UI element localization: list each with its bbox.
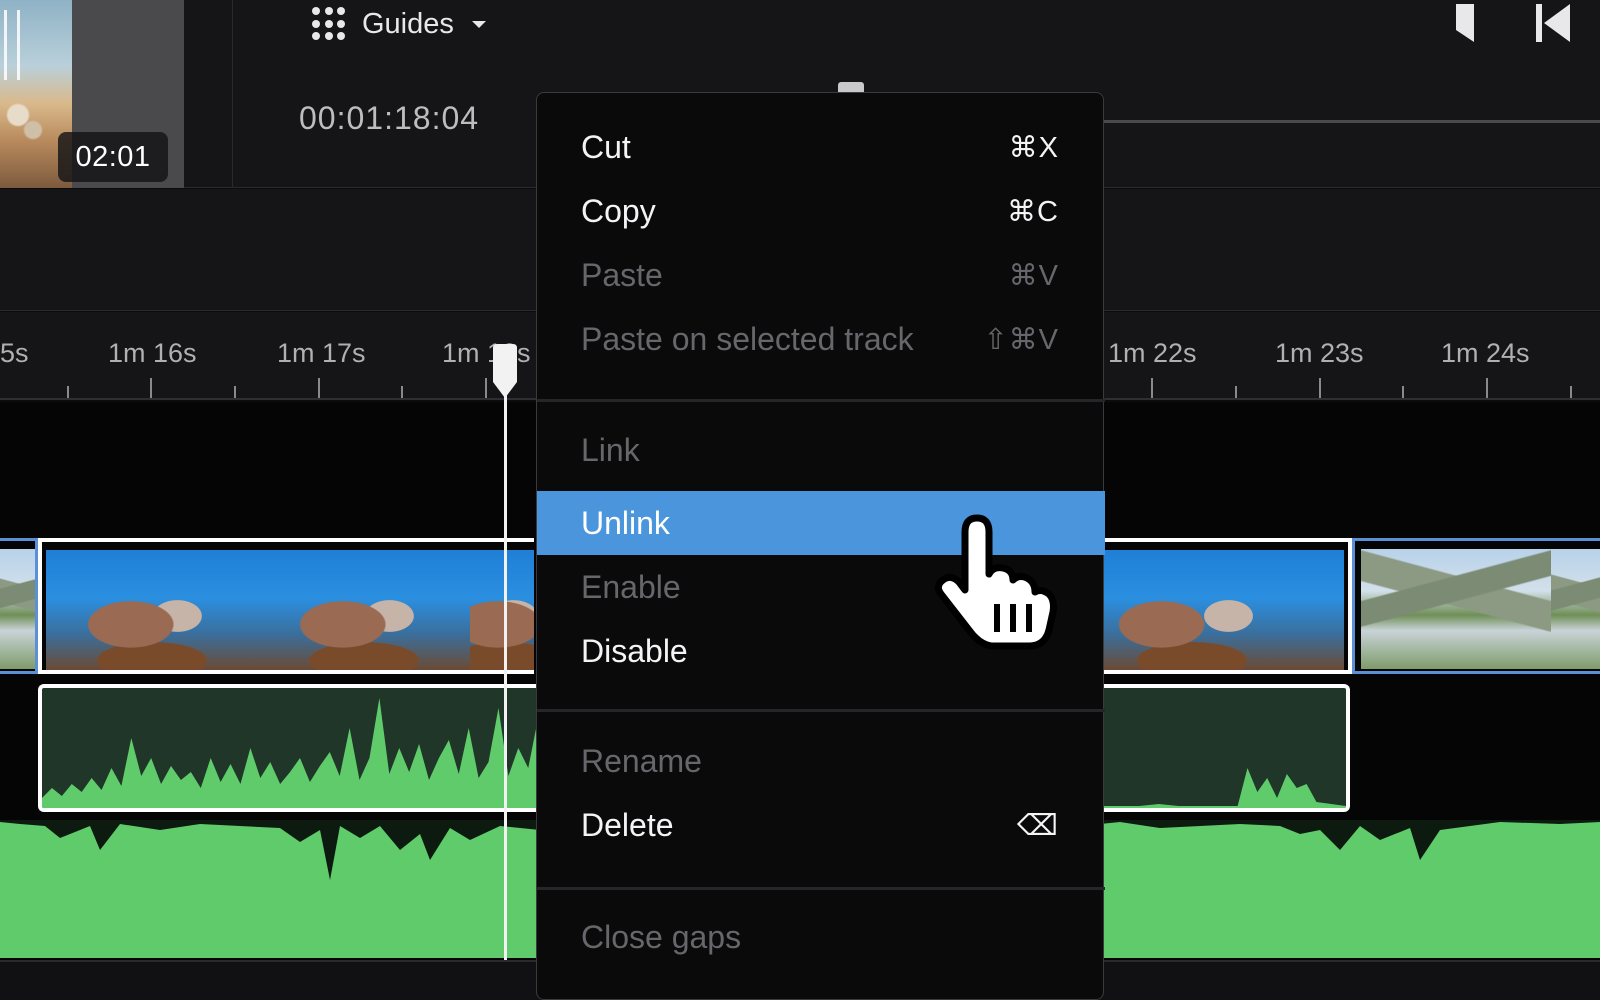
audio-clip-selected[interactable]: [38, 684, 558, 812]
menu-item-shortcut: ⌘X: [1008, 131, 1059, 164]
clip-thumbnail: [1361, 549, 1551, 669]
menu-separator: [537, 399, 1105, 402]
audio-waveform: [1080, 768, 1346, 808]
menu-item-delete[interactable]: Delete ⌫: [537, 793, 1105, 857]
ruler-label: 5s: [0, 338, 29, 368]
menu-separator: [537, 709, 1105, 712]
clip-thumbnail: [1100, 550, 1344, 670]
backspace-icon: ⌫: [1016, 809, 1059, 842]
audio-waveform: [42, 698, 558, 808]
menu-item-label: Link: [581, 431, 640, 468]
ruler-tick: [401, 386, 403, 398]
menu-item-label: Disable: [581, 632, 688, 669]
playhead-handle-icon[interactable]: [490, 344, 520, 398]
clip-thumbnail: [46, 550, 258, 670]
menu-item-label: Enable: [581, 568, 681, 605]
preview-thumbnail[interactable]: 02:01: [0, 0, 184, 188]
menu-item-label: Copy: [581, 192, 656, 229]
audio-clip-selected[interactable]: [1080, 684, 1350, 812]
menu-item-shortcut: ⇧⌘V: [983, 323, 1059, 356]
ruler-label: 1m 16s: [108, 338, 197, 368]
divider: [232, 0, 233, 188]
caret-down-icon: [471, 20, 486, 28]
video-clip[interactable]: [1352, 538, 1600, 674]
video-clip-selected[interactable]: [38, 538, 534, 674]
ruler-label: 1m 17s: [277, 338, 366, 368]
guides-label: Guides: [362, 7, 454, 40]
ruler-tick: [485, 378, 487, 398]
menu-item-rename[interactable]: Rename: [537, 729, 1105, 793]
menu-item-label: Close gaps: [581, 918, 742, 955]
ruler-tick: [1151, 378, 1153, 398]
menu-item-paste[interactable]: Paste ⌘V: [537, 243, 1105, 307]
clip-thumbnail: [0, 549, 35, 669]
menu-item-label: Paste on selected track: [581, 320, 914, 357]
ruler-tick: [150, 378, 152, 398]
video-clip-selected[interactable]: [1100, 538, 1352, 674]
playhead-line[interactable]: [504, 392, 507, 960]
ruler-tick: [318, 378, 320, 398]
ruler-label: 1m 22s: [1108, 338, 1197, 368]
ruler-tick: [1319, 378, 1321, 398]
timecode: 00:01:18:04: [299, 100, 480, 136]
skip-to-start-icon[interactable]: [1536, 4, 1570, 42]
menu-item-link[interactable]: Link: [537, 418, 1105, 482]
menu-item-close-gaps[interactable]: Close gaps: [537, 905, 1105, 969]
menu-item-copy[interactable]: Copy ⌘C: [537, 179, 1105, 243]
ruler-tick: [1402, 386, 1404, 398]
ruler-tick: [234, 386, 236, 398]
scrub-track[interactable]: [1100, 120, 1600, 123]
marker-icon[interactable]: [1456, 4, 1474, 42]
ruler-label: 1m 24s: [1441, 338, 1530, 368]
ruler-tick: [1235, 386, 1237, 398]
menu-item-label: Rename: [581, 742, 702, 779]
duration-badge: 02:01: [58, 132, 168, 182]
clip-thumbnail: [258, 550, 470, 670]
video-clip[interactable]: [0, 538, 38, 674]
menu-item-shortcut: ⌘V: [1008, 259, 1059, 292]
menu-item-paste-on-selected-track[interactable]: Paste on selected track ⇧⌘V: [537, 307, 1105, 371]
clip-thumbnail: [470, 550, 534, 670]
menu-item-label: Paste: [581, 256, 663, 293]
menu-item-label: Unlink: [581, 504, 670, 541]
pointer-hand-icon: [935, 514, 1057, 650]
grid-dots-icon: [312, 7, 346, 41]
clip-thumbnail: [1551, 549, 1600, 669]
ruler-tick: [1570, 386, 1572, 398]
menu-separator: [537, 887, 1105, 890]
menu-item-shortcut: ⌘C: [1007, 195, 1059, 228]
ruler-label: 1m 23s: [1275, 338, 1364, 368]
guides-dropdown[interactable]: Guides: [312, 2, 486, 46]
ruler-tick: [67, 386, 69, 398]
menu-item-cut[interactable]: Cut ⌘X: [537, 115, 1105, 179]
menu-item-label: Delete: [581, 806, 674, 843]
menu-item-label: Cut: [581, 128, 631, 165]
ruler-tick: [1486, 378, 1488, 398]
